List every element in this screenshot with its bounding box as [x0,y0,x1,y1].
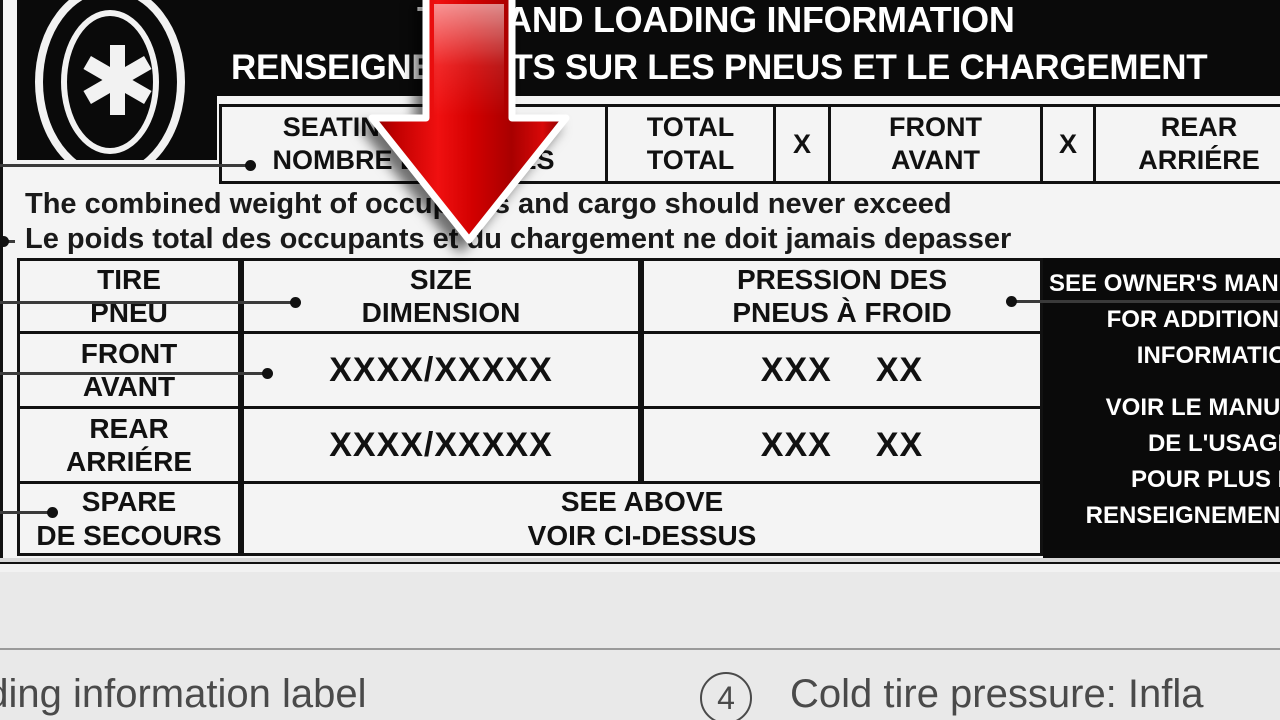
manual-line-7: RENSEIGNEMENTS [1085,502,1280,529]
placard-border: TIRE AND LOADING INFORMATION RENSEIGNEME… [0,0,1280,564]
cell-line-en: FRONT [889,112,982,143]
spare-see-above-note: SEE ABOVE VOIR CI-DESSUS [241,481,1043,556]
header-tire: TIRE PNEU [17,258,241,334]
cell-total: TOTAL TOTAL [605,104,773,184]
manual-line-2: FOR ADDITIONAL [1106,306,1280,333]
cell-line-en: X [1058,128,1077,159]
combined-weight-statement: The combined weight of occupants and car… [17,186,1280,254]
cell-line-en: FRONT [80,337,178,369]
cell-line-en: X [792,128,811,159]
header-cold-tire-pressure: PRESSION DES PNEUS À FROID [641,258,1043,334]
manual-line-4: VOIR LE MANUEL [1105,394,1280,421]
callout-dot [245,160,256,171]
owners-manual-panel: SEE OWNER'S MANUAL FOR ADDITIONAL INFORM… [1043,258,1280,558]
callout-leader-tire-column [0,297,301,308]
cell-front: FRONT AVANT [828,104,1040,184]
callout-leader-weight [0,236,15,247]
cell-line-en: REAR [1160,112,1238,143]
cell-line-fr: PNEUS À FROID [732,297,952,328]
arrow-highlight [434,4,504,116]
front-tire-size: XXXX/XXXXX [241,331,641,409]
cell-line-en: SEE ABOVE [560,486,724,518]
cell-line-en: SPARE [81,486,177,518]
callout-leader-spare-row [0,507,58,518]
callout-dot [1006,296,1017,307]
step-number-badge: 4 [700,672,752,720]
manual-panel-spacer [1049,374,1280,390]
wheel-hub [105,65,129,95]
manual-line-1: SEE OWNER'S MANUAL [1049,270,1280,297]
manual-line-6: POUR PLUS DE [1130,466,1280,493]
header-size: SIZE DIMENSION [241,258,641,334]
cell-line-en: TIRE [97,263,161,295]
cell-line-en: SIZE [409,263,473,295]
cell-line-en: PRESSION DES [736,263,948,295]
row-label-rear: REAR ARRIÉRE [17,406,241,484]
callout-dot [262,368,273,379]
callout-leader-front-row [0,368,273,379]
red-down-arrow-pointer [358,0,580,250]
manual-line-3: INFORMATION. [1136,342,1280,369]
placard-bottom-edge [0,558,1280,562]
callout-leader-owners-manual [1006,296,1280,307]
caption-divider [0,648,1280,650]
cell-line-fr: VOIR CI-DESSUS [527,519,757,551]
callout-dot [290,297,301,308]
tire-and-loading-information-placard: TIRE AND LOADING INFORMATION RENSEIGNEME… [0,0,1280,572]
pressure-value-kpa: XXX [760,350,832,389]
cell-line-fr: DIMENSION [361,297,521,328]
row-label-spare: SPARE DE SECOURS [17,481,241,556]
caption-strip: ading information label 4 Cold tire pres… [0,580,1280,720]
rear-tire-size: XXXX/XXXXX [241,406,641,484]
callout-dot [0,236,9,247]
cell-rear: REAR ARRIÉRE [1093,104,1280,184]
screenshot-root: TIRE AND LOADING INFORMATION RENSEIGNEME… [0,0,1280,720]
pressure-value-kpa: XXX [760,425,832,464]
caption-right-text: Cold tire pressure: Infla [790,672,1204,716]
row-label-front: FRONT AVANT [17,331,241,409]
cell-line-fr: DE SECOURS [36,519,222,551]
cell-line-en: TOTAL [646,112,735,143]
front-tire-pressure: XXX XX [641,331,1043,409]
cell-line-fr: TOTAL [646,145,735,175]
cell-line-fr: AVANT [891,145,980,175]
cell-line-en: REAR [89,412,169,444]
pressure-value-psi: XX [875,425,924,464]
callout-dot [47,507,58,518]
rear-tire-pressure: XXX XX [641,406,1043,484]
cell-line-fr: ARRIÉRE [1138,145,1260,175]
cell-line-fr: ARRIÉRE [65,446,192,477]
manual-line-5: DE L'USAGER [1147,430,1280,457]
cell-multiply-2: X [1040,104,1093,184]
pressure-value-psi: XX [875,350,924,389]
caption-left-text: ading information label [0,672,367,716]
tire-wheel-graphic [17,0,217,160]
cell-multiply-1: X [773,104,828,184]
callout-leader-seating [0,160,256,171]
